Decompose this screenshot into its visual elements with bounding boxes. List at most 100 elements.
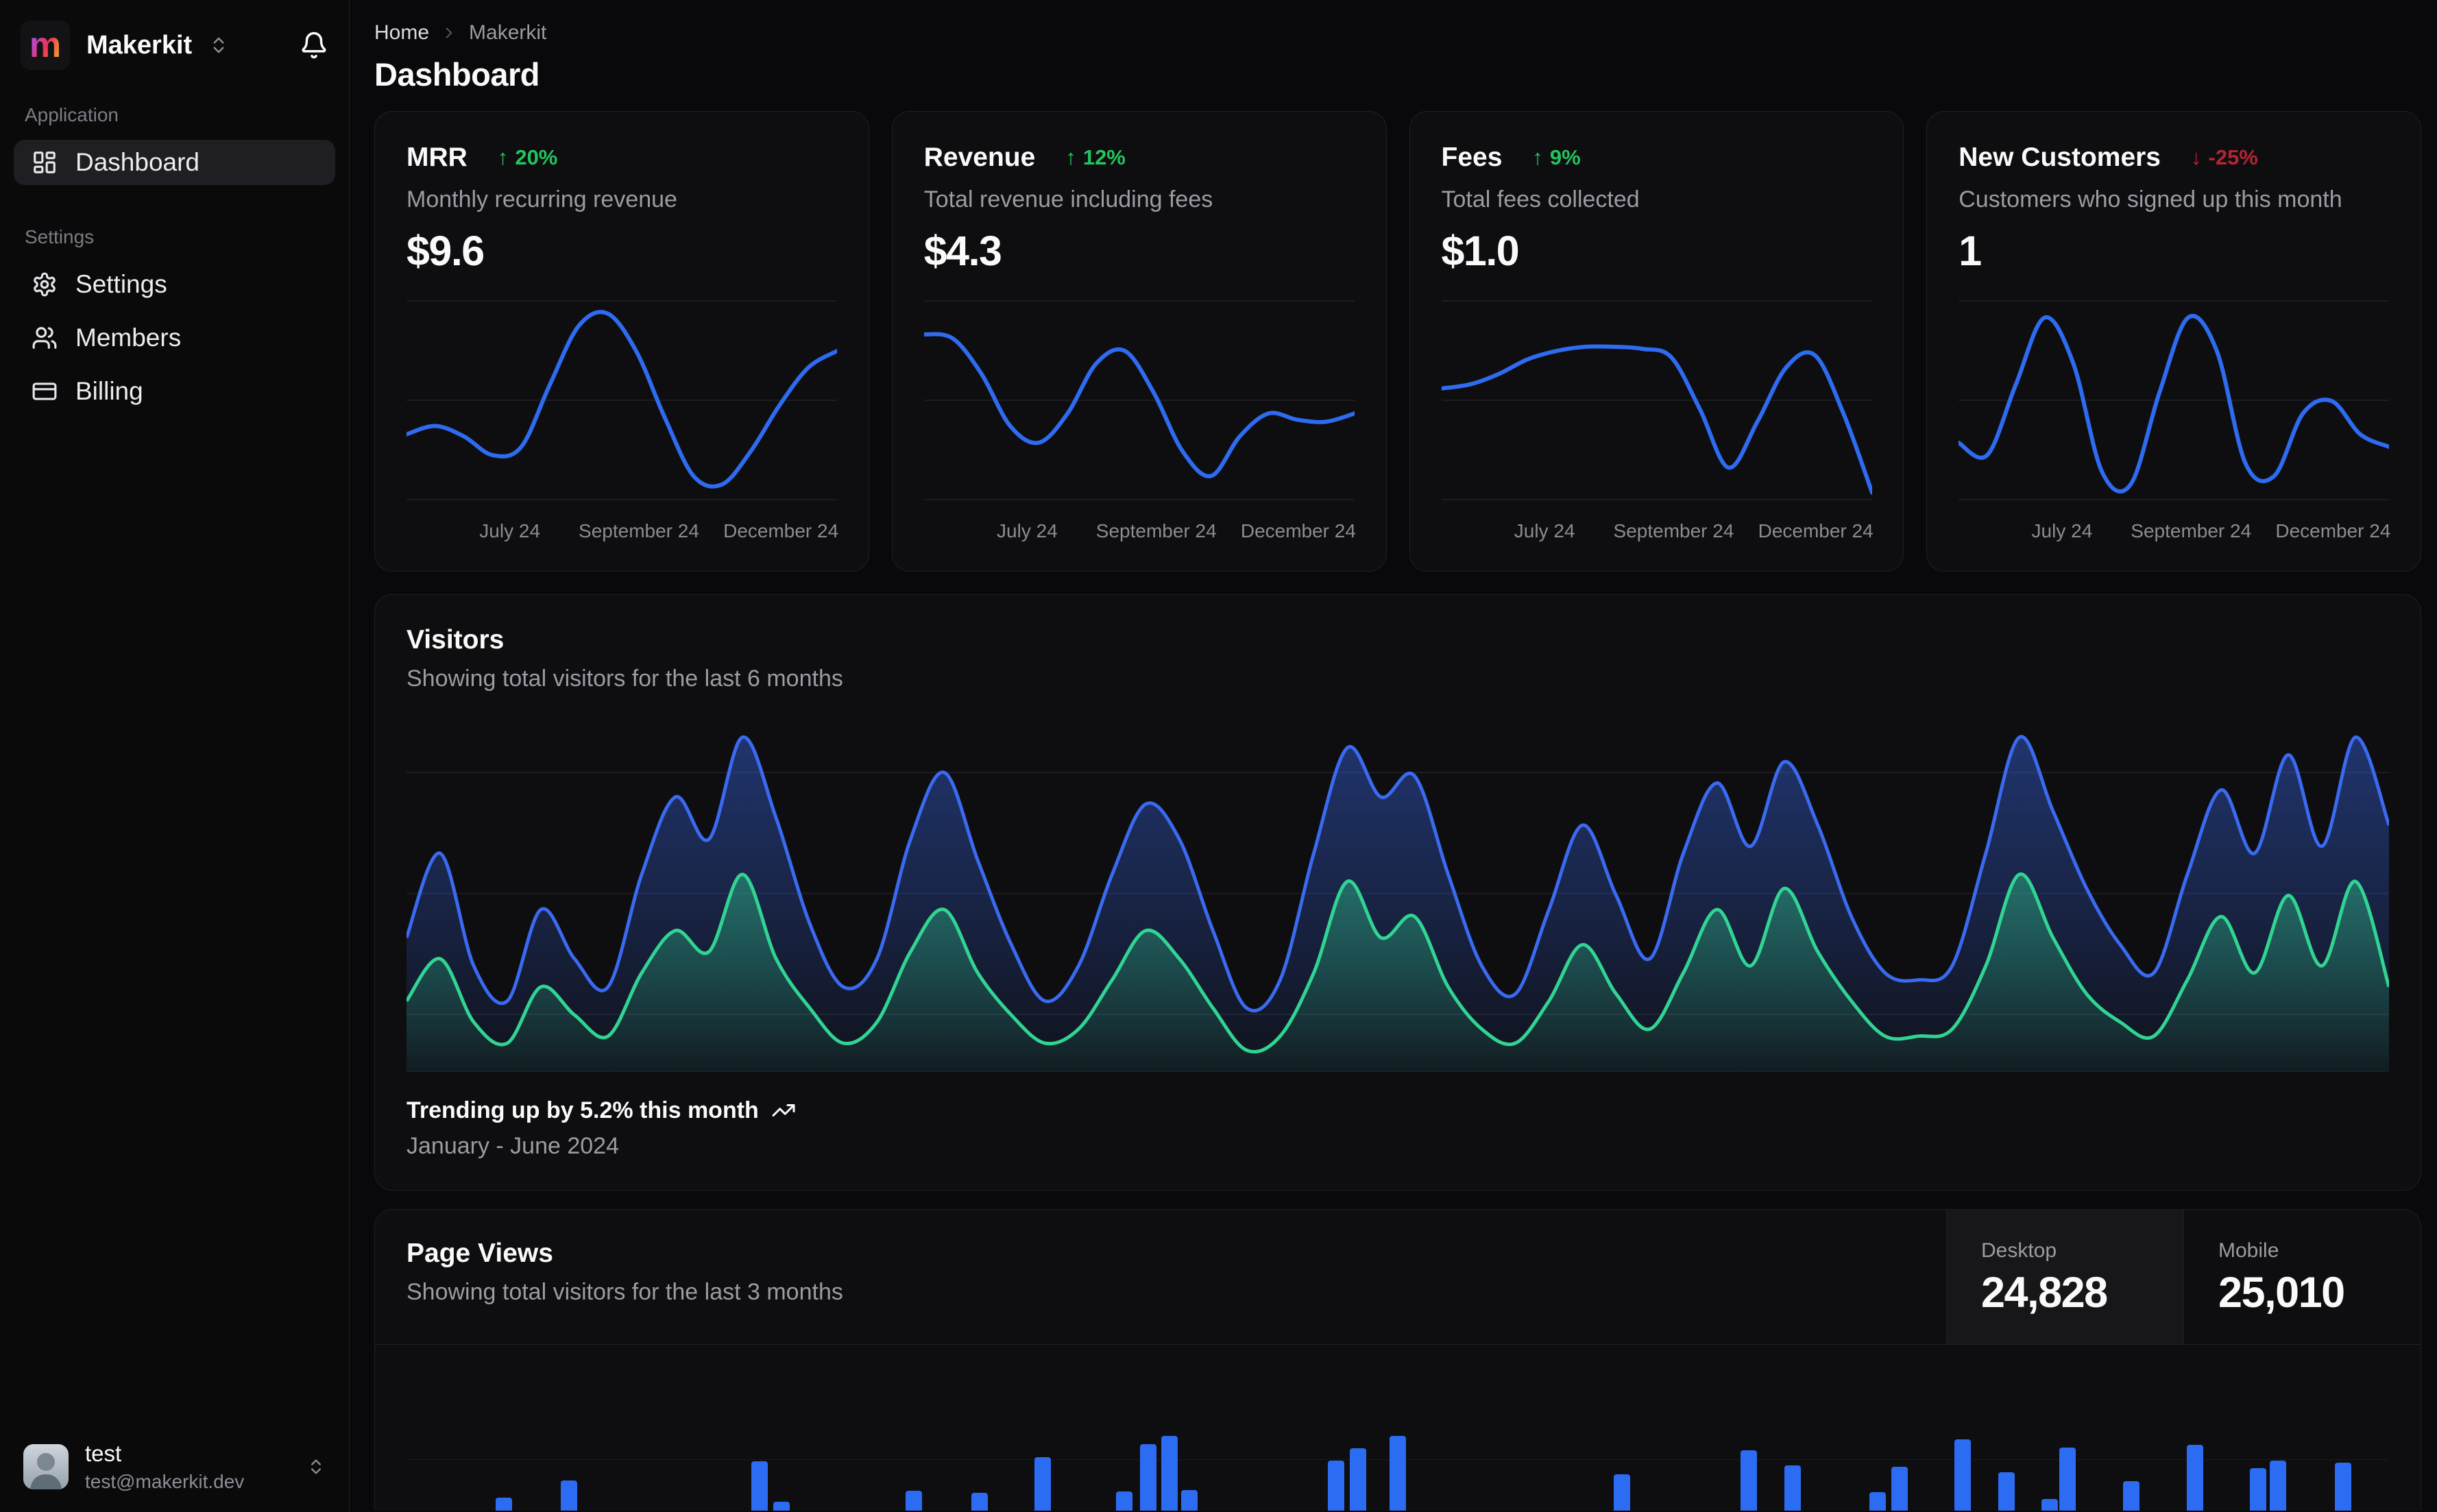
x-tick: July 24: [1514, 520, 1575, 541]
workspace-switcher-icon[interactable]: [208, 35, 229, 56]
trend-badge: ↑ 12%: [1065, 145, 1126, 170]
stat-cards-row: MRR ↑ 20% Monthly recurring revenue $9.6…: [374, 111, 2421, 572]
bar: [1613, 1474, 1630, 1511]
bar: [2250, 1468, 2267, 1511]
x-tick: September 24: [2131, 520, 2252, 541]
credit-card-icon: [32, 378, 58, 404]
page-views-panel: Page Views Showing total visitors for th…: [374, 1209, 2421, 1511]
sidebar-item-label: Settings: [75, 270, 167, 298]
stat-description: Total revenue including fees: [923, 186, 1213, 212]
bar: [2059, 1448, 2076, 1511]
stat-card-mrr: MRR ↑ 20% Monthly recurring revenue $9.6…: [374, 111, 869, 572]
x-tick: December 24: [1758, 520, 1874, 541]
toggle-desktop[interactable]: Desktop 24,828: [1946, 1210, 2183, 1344]
bar: [1139, 1444, 1156, 1511]
trend-badge: ↓ -25%: [2191, 145, 2258, 170]
bar: [751, 1461, 768, 1511]
bar: [1161, 1436, 1178, 1511]
bar: [2270, 1461, 2287, 1511]
stat-description: Customers who signed up this month: [1959, 186, 2342, 212]
bar: [906, 1491, 923, 1511]
bar: [1350, 1448, 1367, 1511]
sidebar-nav: Application Dashboard Settings Settings: [0, 77, 349, 422]
visitors-area-chart: [407, 716, 2389, 1072]
x-tick: September 24: [579, 520, 699, 541]
toggle-mobile[interactable]: Mobile 25,010: [2183, 1210, 2421, 1344]
bar: [1328, 1461, 1345, 1511]
sparkline-x-axis: July 24 September 24 December 24: [407, 520, 838, 544]
users-icon: [32, 325, 58, 351]
bar: [971, 1493, 988, 1511]
trend-badge: ↑ 20%: [498, 145, 558, 170]
x-tick: December 24: [1240, 520, 1356, 541]
fees-sparkline-chart: [1441, 290, 1872, 511]
x-tick: December 24: [2275, 520, 2391, 541]
visitors-panel: Visitors Showing total visitors for the …: [374, 594, 2421, 1191]
trending-up-icon: [771, 1098, 796, 1123]
stat-card-new-customers: New Customers ↓ -25% Customers who signe…: [1926, 111, 2421, 572]
dashboard-icon: [32, 149, 58, 175]
bar: [1034, 1457, 1052, 1511]
stat-title: New Customers: [1959, 143, 2161, 172]
sidebar-item-billing[interactable]: Billing: [14, 369, 335, 414]
sidebar-item-settings[interactable]: Settings: [14, 262, 335, 307]
sparkline-x-axis: July 24 September 24 December 24: [1442, 520, 1874, 544]
trend-value: 9%: [1549, 145, 1581, 169]
bar: [1891, 1467, 1908, 1511]
page-views-header: Page Views Showing total visitors for th…: [375, 1210, 2421, 1345]
bar: [1954, 1439, 1972, 1511]
stat-title: Fees: [1441, 143, 1503, 172]
bar: [1181, 1490, 1198, 1511]
visitors-period: January - June 2024: [407, 1133, 619, 1159]
page-views-subtitle: Showing total visitors for the last 3 mo…: [407, 1279, 843, 1305]
x-tick: September 24: [1613, 520, 1734, 541]
stat-title: Revenue: [923, 143, 1036, 172]
sparkline-x-axis: July 24 September 24 December 24: [1959, 520, 2391, 544]
bar: [1784, 1465, 1801, 1511]
bar: [561, 1480, 578, 1511]
visitors-subtitle: Showing total visitors for the last 6 mo…: [407, 666, 843, 692]
bar: [2335, 1463, 2352, 1511]
bar: [2041, 1499, 2059, 1511]
sidebar-item-label: Members: [75, 324, 182, 352]
trend-value: 20%: [515, 145, 558, 169]
breadcrumb-home[interactable]: Home: [374, 21, 429, 45]
mrr-sparkline-chart: [407, 290, 837, 511]
user-name: test: [85, 1441, 122, 1466]
sidebar: m Makerkit Application Dashboard Setting…: [0, 0, 350, 1512]
stat-title: MRR: [407, 143, 468, 172]
bar: [2186, 1445, 2203, 1511]
user-menu[interactable]: test test@makerkit.dev: [0, 1422, 349, 1512]
sidebar-item-dashboard[interactable]: Dashboard: [14, 140, 335, 185]
user-meta: test test@makerkit.dev: [85, 1441, 244, 1493]
nav-section-label: Settings: [25, 226, 95, 247]
breadcrumb-current: Makerkit: [469, 21, 547, 44]
stat-value: 1: [1959, 228, 1982, 274]
x-tick: July 24: [2031, 520, 2093, 541]
bar: [2123, 1481, 2140, 1511]
stat-description: Monthly recurring revenue: [407, 186, 677, 212]
page-views-bar-chart: [407, 1345, 2389, 1511]
x-tick: July 24: [479, 520, 541, 541]
toggle-label: Desktop: [1981, 1239, 2057, 1262]
sidebar-item-label: Billing: [75, 377, 143, 405]
toggle-value: 25,010: [2218, 1269, 2345, 1317]
app-screen: m Makerkit Application Dashboard Setting…: [0, 0, 2437, 1512]
visitors-title: Visitors: [407, 625, 505, 655]
breadcrumb: Home Makerkit: [374, 21, 2421, 45]
chevron-right-icon: [440, 24, 458, 42]
page-title: Dashboard: [374, 56, 540, 93]
bar: [495, 1498, 512, 1511]
bar: [1115, 1491, 1132, 1511]
sidebar-item-members[interactable]: Members: [14, 315, 335, 361]
workspace-name: Makerkit: [86, 30, 193, 60]
toggle-value: 24,828: [1981, 1269, 2108, 1317]
stat-card-revenue: Revenue ↑ 12% Total revenue including fe…: [891, 111, 1387, 572]
user-email: test@makerkit.dev: [85, 1471, 245, 1492]
notifications-bell-icon[interactable]: [300, 31, 328, 60]
page-views-title: Page Views: [407, 1239, 553, 1268]
trend-text: Trending up by 5.2% this month: [407, 1097, 759, 1123]
customers-sparkline-chart: [1959, 290, 2390, 511]
trend-badge: ↑ 9%: [1532, 145, 1580, 170]
makerkit-logo[interactable]: m: [21, 21, 70, 70]
